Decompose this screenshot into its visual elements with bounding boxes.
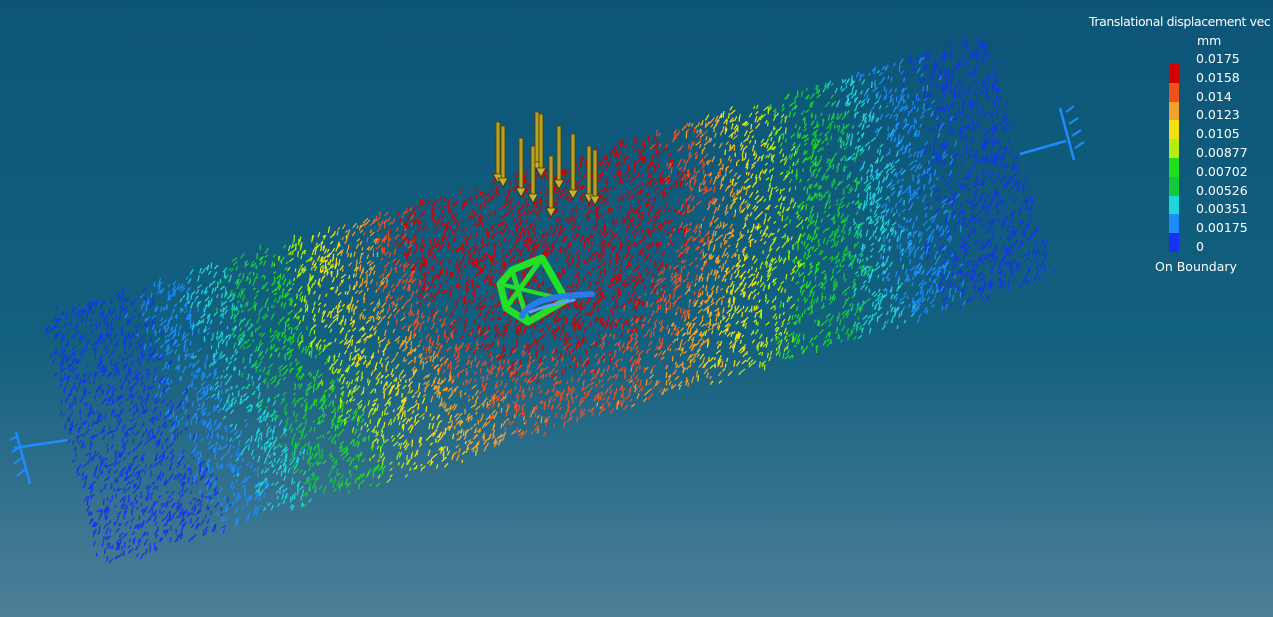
force-arrow [518,137,524,191]
legend-value: 0.0175 [1196,51,1240,66]
legend-swatch [1169,139,1179,158]
legend-title: Translational displacement vec [1089,14,1271,29]
legend-footer: On Boundary [1155,259,1237,274]
legend-value: 0.0105 [1196,126,1240,142]
force-arrow [534,111,540,165]
legend-color-bar [1169,64,1179,252]
force-arrow [500,125,506,181]
legend-swatch [1169,82,1179,102]
legend-unit: mm [1197,33,1222,48]
legend-swatch [1169,176,1179,196]
force-arrow [495,121,501,177]
3d-viewport[interactable]: Translational displacement vec mm 0.0175… [0,0,1273,617]
scene-canvas[interactable] [0,0,1273,617]
legend-swatch [1169,120,1179,140]
legend-value: 0 [1196,239,1204,254]
legend-value: 0.00175 [1196,220,1248,236]
legend-value: 0.00877 [1196,145,1248,160]
force-arrow [586,145,592,197]
legend-swatch [1169,64,1179,83]
force-arrow [570,133,576,193]
legend-swatch [1169,214,1179,234]
color-legend: Translational displacement vec mm 0.0175… [1086,12,1273,282]
legend-value: 0.0123 [1196,107,1240,123]
force-arrow [548,155,554,211]
force-arrow [538,113,544,171]
legend-swatch [1169,233,1179,252]
legend-value: 0.00351 [1196,201,1248,217]
legend-value: 0.0158 [1196,69,1240,85]
legend-swatch [1169,101,1179,121]
legend-swatch [1169,195,1179,215]
legend-value: 0.00526 [1196,182,1248,198]
legend-value: 0.00702 [1196,163,1248,179]
force-arrow [530,145,536,197]
legend-swatch [1169,157,1179,177]
force-arrow [592,149,598,199]
legend-value: 0.014 [1196,88,1232,104]
force-arrow [556,125,562,183]
